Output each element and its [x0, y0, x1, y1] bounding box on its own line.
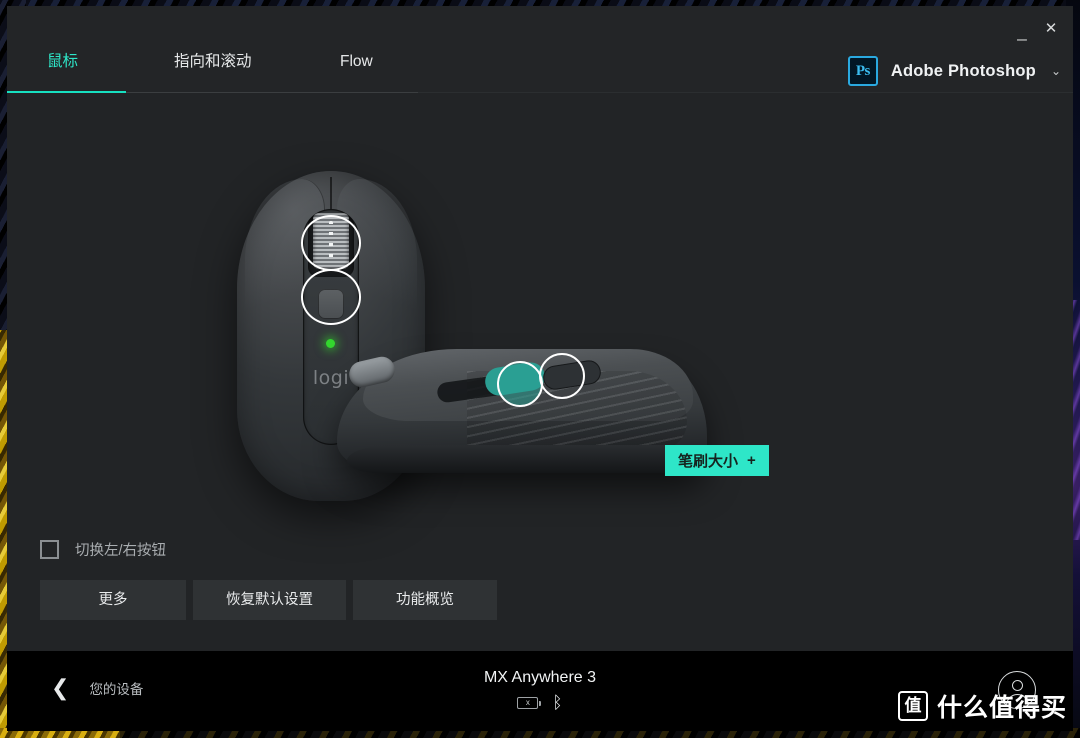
close-button[interactable]: ✕ — [1038, 17, 1064, 41]
footer-bar: ❮ 您的设备 MX Anywhere 3 x ᛒ — [7, 651, 1073, 731]
assigned-action-badge[interactable]: 笔刷大小 + — [665, 445, 769, 476]
mouse-settings-panel: logi 笔刷大小 + 切换左/右按钮 更多 恢复默认设置 功能概览 — [7, 93, 1073, 651]
scroll-wheel-highlight-ring[interactable] — [301, 215, 361, 271]
restore-defaults-label: 恢复默认设置 — [226, 592, 313, 608]
thumb-back-highlight-ring[interactable] — [539, 353, 585, 399]
title-bar: _ ✕ 鼠标 指向和滚动 Flow Ps Adobe Photoshop ⌄ — [7, 6, 1073, 94]
chevron-down-icon[interactable]: ⌄ — [1051, 64, 1061, 78]
assigned-action-label: 笔刷大小 — [678, 453, 739, 470]
tab-flow-label: Flow — [340, 53, 373, 70]
more-button[interactable]: 更多 — [40, 580, 186, 620]
feature-overview-button[interactable]: 功能概览 — [353, 580, 497, 620]
selected-application-label: Adobe Photoshop — [890, 61, 1036, 80]
application-selector[interactable]: Ps Adobe Photoshop ⌄ — [847, 54, 1061, 88]
more-button-label: 更多 — [98, 592, 128, 608]
swap-buttons-checkbox[interactable] — [40, 540, 59, 559]
mouse-side-view — [337, 341, 707, 481]
restore-defaults-button[interactable]: 恢复默认设置 — [193, 580, 346, 620]
tab-mouse[interactable]: 鼠标 — [47, 40, 78, 92]
tab-point-and-scroll-label: 指向和滚动 — [174, 53, 252, 70]
tab-point-and-scroll[interactable]: 指向和滚动 — [174, 40, 252, 92]
swap-buttons-label: 切换左/右按钮 — [75, 543, 167, 559]
thumb-forward-highlight-ring[interactable] — [497, 361, 543, 407]
bluetooth-icon: ᛒ — [552, 693, 563, 712]
avatar-body — [1006, 694, 1029, 708]
minimize-button[interactable]: _ — [1009, 17, 1035, 41]
mode-shift-highlight-ring[interactable] — [301, 269, 361, 325]
device-status-icons: x ᛒ — [7, 694, 1073, 711]
account-avatar-icon[interactable] — [998, 671, 1036, 709]
avatar-head — [1012, 680, 1023, 691]
close-icon: ✕ — [1044, 20, 1058, 37]
tab-mouse-label: 鼠标 — [47, 53, 79, 70]
logitech-options-window: _ ✕ 鼠标 指向和滚动 Flow Ps Adobe Photoshop ⌄ l… — [7, 6, 1073, 731]
assigned-action-modifier: + — [747, 452, 756, 469]
tab-flow[interactable]: Flow — [340, 40, 373, 92]
mouse-side-base — [347, 445, 697, 473]
swap-buttons-row[interactable]: 切换左/右按钮 — [40, 539, 166, 560]
photoshop-icon: Ps — [847, 56, 878, 86]
device-info: MX Anywhere 3 x ᛒ — [7, 669, 1073, 711]
minimize-icon: _ — [1017, 22, 1027, 41]
battery-icon: x — [517, 696, 542, 709]
feature-overview-label: 功能概览 — [396, 592, 454, 608]
status-led — [326, 339, 335, 348]
device-name-label: MX Anywhere 3 — [483, 669, 597, 686]
